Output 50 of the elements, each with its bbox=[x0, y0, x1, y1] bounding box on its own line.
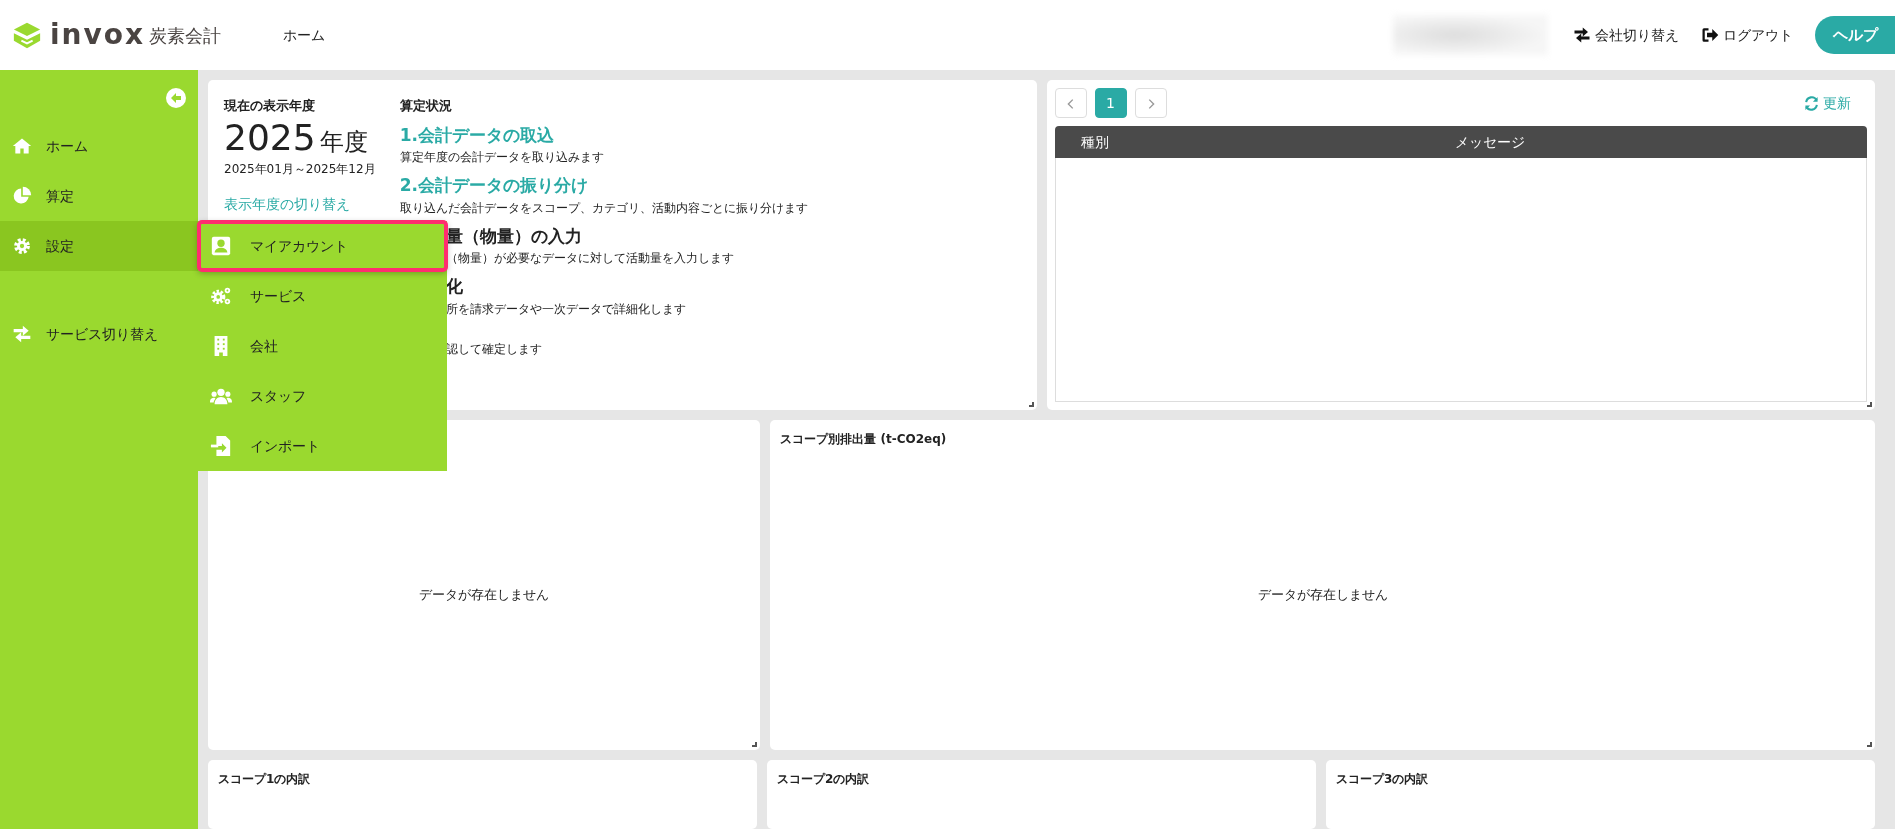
logout-icon bbox=[1701, 26, 1719, 44]
step-title: 2.会計データの振り分け bbox=[399, 174, 589, 197]
sidebar-item[interactable]: サービス切り替え bbox=[0, 309, 198, 359]
card-title: スコープ別排出量 (t-CO2eq) bbox=[779, 431, 948, 448]
user-card-icon bbox=[210, 235, 232, 257]
card-title: スコープ2の内訳 bbox=[776, 771, 871, 788]
sidebar-item[interactable]: ホーム bbox=[0, 121, 198, 171]
nav-link[interactable]: ホーム bbox=[283, 24, 326, 46]
resize-handle-icon[interactable] bbox=[1867, 402, 1872, 407]
logo-icon bbox=[12, 20, 42, 50]
refresh-icon bbox=[1804, 95, 1819, 111]
menu-item[interactable]: インポート bbox=[198, 421, 447, 471]
card-title: スコープ1の内訳 bbox=[217, 771, 312, 788]
year-value: 2025 bbox=[224, 115, 316, 159]
step-description: 算定年度の会計データを取り込みます bbox=[399, 149, 605, 166]
column-header: 種別 bbox=[1079, 132, 1110, 152]
step-description: 所を請求データや一次データで詳細化します bbox=[444, 300, 687, 318]
card-title: スコープ3の内訳 bbox=[1335, 771, 1430, 788]
year-range: 2025年01月～2025年12月 bbox=[224, 160, 376, 178]
menu-item[interactable]: 会社 bbox=[198, 321, 447, 371]
panel-title: 現在の表示年度 bbox=[224, 97, 316, 115]
swap-arrows-icon bbox=[1573, 26, 1591, 44]
logo-subtext: 炭素会計 bbox=[149, 23, 222, 48]
step-description: 取り込んだ会計データをスコープ、カテゴリ、活動内容ごとに振り分けます bbox=[399, 199, 808, 217]
gears-icon bbox=[210, 285, 232, 307]
menu-item[interactable]: サービス bbox=[198, 271, 447, 321]
header-link[interactable]: ログアウト bbox=[1701, 24, 1793, 46]
logo-text: invox bbox=[50, 17, 146, 53]
header-link[interactable]: 会社切り替え bbox=[1573, 24, 1679, 46]
empty-message: データが存在しません bbox=[1256, 586, 1389, 604]
step-description: （物量）が必要なデータに対して活動量を入力します bbox=[444, 250, 735, 267]
swap-arrows-icon bbox=[12, 324, 32, 344]
pie-chart-icon bbox=[12, 186, 32, 206]
settings-icon bbox=[12, 236, 32, 256]
resize-handle-icon[interactable] bbox=[1028, 402, 1034, 407]
step-title: 化 bbox=[444, 275, 464, 298]
home-icon bbox=[12, 136, 32, 156]
empty-message: データが存在しません bbox=[418, 586, 551, 604]
menu-item[interactable]: マイアカウント bbox=[198, 221, 447, 271]
sidebar-item[interactable]: 算定 bbox=[0, 171, 198, 221]
panel-title: 算定状況 bbox=[399, 97, 453, 115]
menu-item[interactable]: スタッフ bbox=[198, 371, 447, 421]
column-header: メッセージ bbox=[1453, 132, 1526, 152]
sidebar-item[interactable]: 設定 bbox=[0, 221, 198, 271]
step-title: 量（物量）の入力 bbox=[444, 224, 583, 248]
step-title: 1.会計データの取込 bbox=[399, 123, 555, 147]
resize-handle-icon[interactable] bbox=[1867, 742, 1872, 747]
resize-handle-icon[interactable] bbox=[752, 742, 758, 747]
file-import-icon bbox=[210, 435, 232, 457]
year-unit: 年度 bbox=[319, 126, 368, 158]
